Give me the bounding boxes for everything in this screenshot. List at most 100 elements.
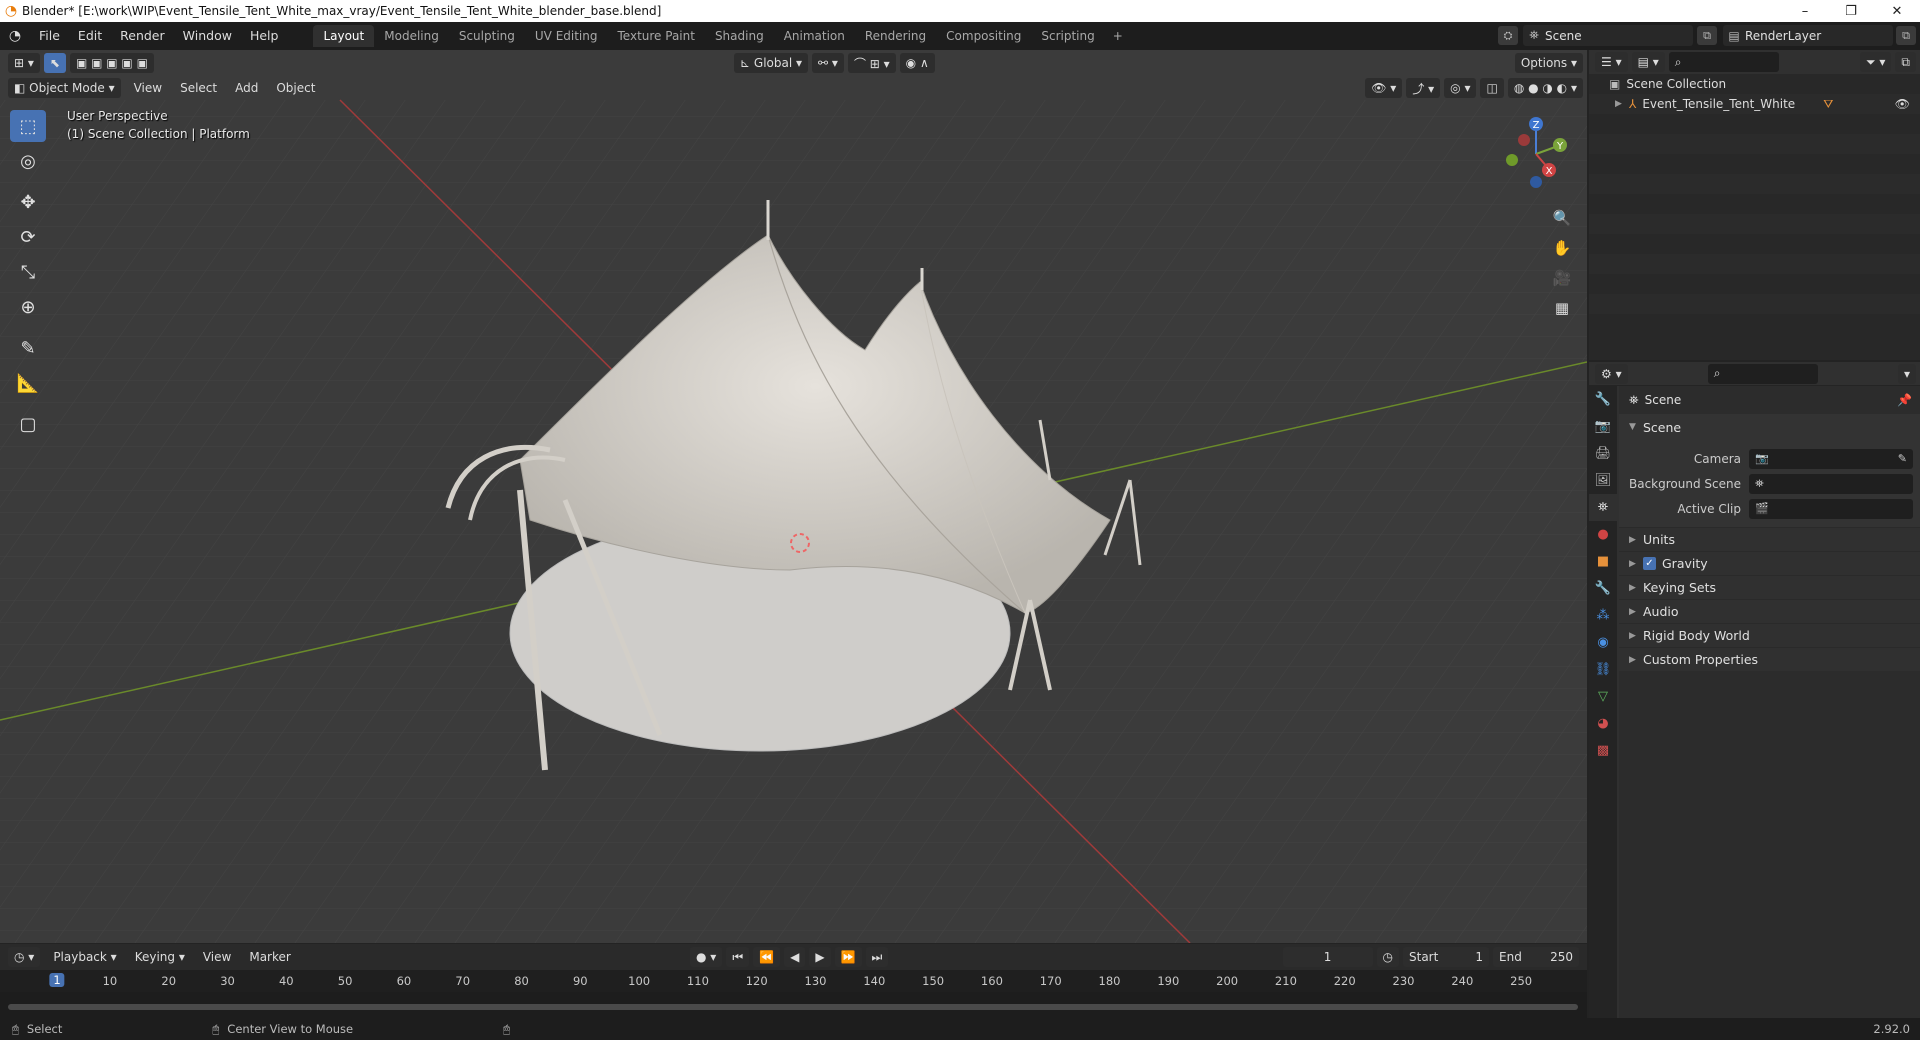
modifier-tab-icon[interactable]: 🔧: [1589, 575, 1617, 602]
keying-sets-panel-header[interactable]: ▶ Keying Sets: [1619, 575, 1920, 599]
tab-uv-editing[interactable]: UV Editing: [525, 25, 608, 47]
view-layer-tab-icon[interactable]: 🖼: [1589, 467, 1617, 494]
object-tab-icon[interactable]: ■: [1589, 548, 1617, 575]
active-clip-field[interactable]: 🎬: [1749, 498, 1913, 519]
tab-modeling[interactable]: Modeling: [374, 25, 449, 47]
custom-properties-panel-header[interactable]: ▶ Custom Properties: [1619, 647, 1920, 671]
proportional-edit-button[interactable]: ◉ ∧: [899, 53, 935, 73]
tool-tab-icon[interactable]: 🔧: [1589, 386, 1617, 413]
add-workspace-button[interactable]: +: [1105, 25, 1131, 47]
menu-window[interactable]: Window: [174, 22, 241, 50]
xray-toggle-button[interactable]: ◫: [1480, 78, 1504, 98]
particles-tab-icon[interactable]: ⁂: [1589, 602, 1617, 629]
eyedropper-icon[interactable]: ✎: [1898, 452, 1907, 465]
new-collection-icon[interactable]: ⧉: [1895, 52, 1916, 72]
menu-keying[interactable]: Keying ▾: [126, 950, 194, 964]
menu-playback[interactable]: Playback ▾: [44, 950, 125, 964]
transform-tool[interactable]: ⊕: [10, 291, 46, 323]
move-tool[interactable]: ✥: [10, 186, 46, 218]
properties-editor-type-button[interactable]: ⚙ ▾: [1595, 363, 1628, 384]
units-panel-header[interactable]: ▶ Units: [1619, 527, 1920, 551]
menu-render[interactable]: Render: [111, 22, 174, 50]
shading-mode-buttons[interactable]: ◍ ● ◑ ◐ ▾: [1507, 78, 1583, 98]
scene-selector[interactable]: ⛯ Scene: [1523, 25, 1693, 46]
pivot-point-button[interactable]: ⚯ ▾: [812, 53, 844, 73]
menu-edit[interactable]: Edit: [69, 22, 111, 50]
tab-animation[interactable]: Animation: [774, 25, 855, 47]
timeline-body[interactable]: [0, 992, 1587, 1018]
zoom-icon[interactable]: 🔍: [1548, 204, 1576, 232]
tab-compositing[interactable]: Compositing: [936, 25, 1031, 47]
perspective-grid-icon[interactable]: ▦: [1548, 294, 1576, 322]
texture-tab-icon[interactable]: ▩: [1589, 737, 1617, 764]
properties-options-icon[interactable]: ▾: [1897, 363, 1917, 384]
outliner-item[interactable]: ▶ ⅄ Event_Tensile_Tent_White ⛛ 👁: [1589, 94, 1920, 114]
overlay-toggle-button[interactable]: ◎ ▾: [1444, 78, 1477, 98]
menu-add[interactable]: Add: [226, 81, 267, 95]
end-frame-field[interactable]: End 250: [1493, 947, 1579, 967]
cursor-tool[interactable]: ◎: [10, 145, 46, 177]
measure-tool[interactable]: 📐: [10, 367, 46, 399]
menu-file[interactable]: File: [30, 22, 69, 50]
new-view-layer-button[interactable]: ⧉: [1896, 26, 1916, 45]
current-frame-field[interactable]: 1: [1282, 947, 1373, 967]
filter-icon[interactable]: ⏷ ▾: [1859, 52, 1892, 72]
pan-hand-icon[interactable]: ✋: [1548, 234, 1576, 262]
object-mode-dropdown[interactable]: ◧ Object Mode ▾: [8, 78, 121, 98]
camera-view-icon[interactable]: 🎥: [1548, 264, 1576, 292]
play-button[interactable]: ▶: [809, 947, 831, 967]
selection-mode-buttons[interactable]: ▣ ▣ ▣ ▣ ▣: [69, 53, 154, 73]
tab-shading[interactable]: Shading: [705, 25, 774, 47]
view-layer-selector[interactable]: ▤ RenderLayer: [1723, 25, 1893, 46]
options-dropdown[interactable]: Options ▾: [1514, 53, 1583, 73]
rotate-tool[interactable]: ⟳: [10, 221, 46, 253]
menu-select[interactable]: Select: [171, 81, 226, 95]
close-button[interactable]: ✕: [1874, 0, 1920, 22]
render-tab-icon[interactable]: 📷: [1589, 413, 1617, 440]
jump-to-end-button[interactable]: ⏭: [865, 947, 889, 967]
tab-texture-paint[interactable]: Texture Paint: [608, 25, 705, 47]
audio-panel-header[interactable]: ▶ Audio: [1619, 599, 1920, 623]
outliner-search-input[interactable]: ⌕: [1668, 52, 1779, 72]
rigid-body-world-panel-header[interactable]: ▶ Rigid Body World: [1619, 623, 1920, 647]
pin-icon[interactable]: 📌: [1897, 393, 1912, 407]
timeline-ruler[interactable]: 1 10 20 30 40 50 60 70 80 90 100 110 120 130 140 150 160…: [0, 970, 1587, 992]
select-box-tool[interactable]: ⬚: [10, 110, 46, 142]
constraints-tab-icon[interactable]: ⛓: [1589, 656, 1617, 683]
add-cube-tool[interactable]: ▢: [10, 408, 46, 440]
output-tab-icon[interactable]: 🖨: [1589, 440, 1617, 467]
data-tab-icon[interactable]: ▽: [1589, 683, 1617, 710]
display-mode-button[interactable]: ▤ ▾: [1631, 52, 1665, 72]
background-scene-field[interactable]: ⛯: [1749, 473, 1913, 494]
camera-field[interactable]: 📷 ✎: [1749, 448, 1913, 469]
minimize-button[interactable]: –: [1782, 0, 1828, 22]
auto-keying-button[interactable]: ● ▾: [690, 947, 723, 967]
scene-tab-icon[interactable]: ⛯: [1589, 494, 1617, 521]
menu-marker[interactable]: Marker: [240, 950, 299, 964]
play-reverse-button[interactable]: ◀: [784, 947, 806, 967]
jump-to-start-button[interactable]: ⏮: [726, 947, 750, 967]
start-frame-field[interactable]: Start 1: [1403, 947, 1489, 967]
gravity-checkbox[interactable]: ✓: [1643, 557, 1656, 570]
jump-to-keyframe-back-button[interactable]: ⏪: [753, 947, 781, 967]
gravity-panel-header[interactable]: ▶ ✓ Gravity: [1619, 551, 1920, 575]
tab-rendering[interactable]: Rendering: [855, 25, 936, 47]
editor-type-button[interactable]: ⊞ ▾: [8, 53, 40, 73]
tab-scripting[interactable]: Scripting: [1031, 25, 1104, 47]
snap-button[interactable]: ⌒ ⊞ ▾: [847, 53, 896, 73]
new-scene-button[interactable]: ⧉: [1697, 26, 1717, 45]
properties-search-input[interactable]: ⌕: [1707, 363, 1818, 384]
select-tool-button[interactable]: ⬉: [43, 53, 66, 73]
transform-orientation-dropdown[interactable]: ⊾ Global ▾: [734, 53, 809, 73]
blender-menu-icon[interactable]: ◔: [0, 28, 30, 44]
outliner-scene-collection[interactable]: ▣ Scene Collection: [1589, 74, 1920, 94]
tab-sculpting[interactable]: Sculpting: [449, 25, 525, 47]
tab-layout[interactable]: Layout: [313, 25, 375, 47]
scene-panel-header[interactable]: ▼ Scene: [1619, 414, 1920, 440]
world-tab-icon[interactable]: ●: [1589, 521, 1617, 548]
timeline-scrollbar[interactable]: [8, 1004, 1578, 1010]
3d-viewport[interactable]: ⊞ ▾ ⬉ ▣ ▣ ▣ ▣ ▣ ⊾ Global ▾ ⚯ ▾ ⌒ ⊞ ▾ ◉ ∧…: [0, 50, 1587, 943]
menu-help[interactable]: Help: [241, 22, 288, 50]
timeline-editor-type-button[interactable]: ◷ ▾: [8, 947, 41, 967]
visibility-button[interactable]: 👁 ▾: [1365, 78, 1403, 98]
